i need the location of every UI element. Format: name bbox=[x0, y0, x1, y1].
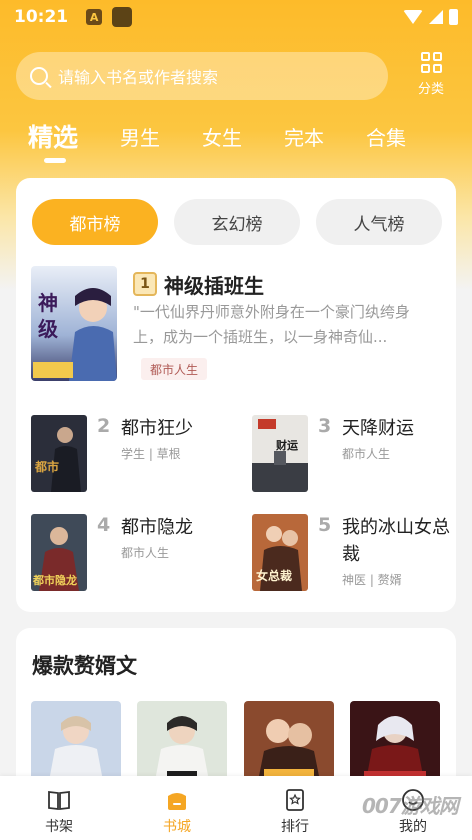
category-button[interactable]: 分类 bbox=[408, 52, 454, 102]
book-title[interactable]: 都市隐龙 bbox=[121, 514, 239, 541]
rank-number: 2 bbox=[97, 415, 111, 437]
book-title[interactable]: 我的冰山女总裁 bbox=[342, 514, 460, 568]
hot-book-cover[interactable] bbox=[244, 701, 334, 781]
hot-book-cover[interactable] bbox=[137, 701, 227, 781]
book-tag[interactable]: 都市人生 bbox=[141, 358, 208, 380]
rank-number: 3 bbox=[318, 415, 332, 437]
grid-icon bbox=[420, 52, 442, 73]
tab-male[interactable]: 男生 bbox=[120, 122, 160, 151]
ranking-book-item[interactable]: 都市隐龙 4 都市隐龙 都市人生 bbox=[31, 514, 236, 594]
watermark: 007游戏网 bbox=[362, 794, 459, 818]
book-meta: 学生 | 草根 bbox=[121, 447, 181, 461]
svg-text:级: 级 bbox=[38, 317, 58, 341]
rank-number: 5 bbox=[318, 514, 332, 536]
app-notification-icon: A bbox=[86, 9, 103, 25]
book-cover[interactable]: 女总裁 bbox=[252, 514, 308, 591]
status-bar: 10:21 A bbox=[0, 0, 472, 34]
bookstore-icon bbox=[168, 793, 186, 810]
nav-label: 我的 bbox=[399, 819, 427, 835]
rank-tab-popular[interactable]: 人气榜 bbox=[316, 199, 442, 245]
book-meta: 都市人生 bbox=[342, 447, 391, 461]
tab-female[interactable]: 女生 bbox=[202, 122, 242, 151]
battery-icon bbox=[449, 9, 458, 25]
search-input[interactable]: 请输入书名或作者搜索 bbox=[16, 52, 388, 100]
hot-book-cover[interactable] bbox=[350, 701, 440, 781]
nav-label: 书架 bbox=[45, 819, 73, 835]
app-status-icon bbox=[112, 7, 133, 27]
svg-text:财运: 财运 bbox=[275, 438, 298, 452]
rank-tab-fantasy[interactable]: 玄幻榜 bbox=[174, 199, 300, 245]
book-description: "一代仙界丹师意外附身在一个豪门纨绔身上，成为一个插班生，以一身神奇仙... bbox=[133, 303, 410, 346]
svg-text:女总裁: 女总裁 bbox=[256, 568, 292, 583]
ranking-book-item[interactable]: 都市 2 都市狂少 学生 | 草根 bbox=[31, 415, 236, 495]
svg-text:都市隐龙: 都市隐龙 bbox=[32, 573, 77, 587]
book-title[interactable]: 都市狂少 bbox=[121, 415, 239, 442]
book-title[interactable]: 神级插班生 bbox=[164, 270, 264, 299]
book-cover[interactable]: 神 级 bbox=[31, 266, 117, 381]
nav-bookshelf[interactable]: 书架 bbox=[0, 776, 118, 840]
section-title: 爆款赘婿文 bbox=[32, 654, 137, 678]
book-cover[interactable]: 财运 bbox=[252, 415, 308, 492]
book-meta: 神医 | 赘婿 bbox=[342, 573, 402, 587]
tab-collection[interactable]: 合集 bbox=[366, 122, 406, 151]
tab-featured[interactable]: 精选 bbox=[28, 118, 78, 154]
wifi-icon bbox=[403, 10, 423, 24]
book-cover[interactable]: 都市 bbox=[31, 415, 87, 492]
signal-icon bbox=[429, 10, 443, 24]
status-indicators bbox=[403, 9, 458, 25]
nav-ranking[interactable]: 排行 bbox=[236, 776, 354, 840]
ranking-book-item[interactable]: 女总裁 5 我的冰山女总裁 神医 | 赘婿 bbox=[252, 514, 457, 594]
ranking-card: 都市榜 玄幻榜 人气榜 神 级 1 神级插班生 "一代仙界丹师意外附身在一个豪门… bbox=[16, 178, 456, 612]
rank-badge: 1 bbox=[133, 272, 157, 296]
ranking-icon bbox=[286, 789, 304, 811]
bookshelf-icon bbox=[48, 790, 70, 811]
svg-text:都市: 都市 bbox=[34, 459, 59, 474]
nav-label: 排行 bbox=[281, 819, 309, 835]
active-tab-indicator bbox=[44, 158, 66, 163]
nav-bookstore[interactable]: 书城 bbox=[118, 776, 236, 840]
featured-book[interactable]: 神 级 1 神级插班生 "一代仙界丹师意外附身在一个豪门纨绔身上，成为一个插班生… bbox=[31, 266, 441, 382]
category-label: 分类 bbox=[417, 82, 444, 97]
top-tabs: 精选 男生 女生 完本 合集 bbox=[28, 118, 448, 154]
tab-completed[interactable]: 完本 bbox=[284, 122, 324, 151]
book-title[interactable]: 天降财运 bbox=[342, 415, 460, 442]
status-time: 10:21 bbox=[14, 7, 69, 27]
book-meta: 都市人生 bbox=[121, 546, 170, 560]
nav-label: 书城 bbox=[163, 819, 191, 835]
rank-number: 4 bbox=[97, 514, 111, 536]
search-placeholder: 请输入书名或作者搜索 bbox=[58, 68, 219, 87]
search-icon bbox=[30, 67, 48, 85]
hot-book-cover[interactable] bbox=[31, 701, 121, 781]
ranking-book-item[interactable]: 财运 3 天降财运 都市人生 bbox=[252, 415, 457, 495]
book-cover[interactable]: 都市隐龙 bbox=[31, 514, 87, 591]
svg-text:神: 神 bbox=[38, 291, 58, 315]
rank-tab-urban[interactable]: 都市榜 bbox=[32, 199, 158, 245]
ranking-tabs: 都市榜 玄幻榜 人气榜 bbox=[32, 199, 442, 245]
